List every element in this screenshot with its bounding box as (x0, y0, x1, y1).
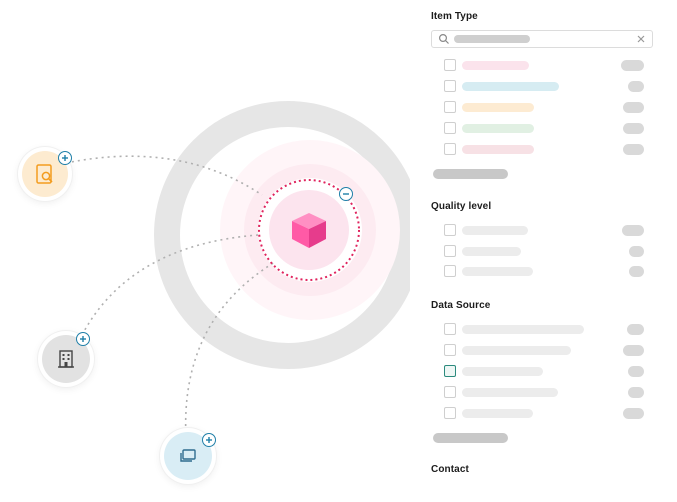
filter-panel: Item Type Quality level Data Source Cont… (410, 0, 677, 502)
option-label-bar (462, 61, 529, 70)
option-label-bar (462, 367, 543, 376)
filter-option-row[interactable] (410, 80, 677, 94)
option-label-bar (462, 82, 559, 91)
option-count-bar (623, 102, 644, 113)
option-count-bar (622, 225, 644, 236)
expand-node-button[interactable] (76, 332, 90, 346)
checkbox[interactable] (444, 323, 456, 335)
graph-canvas[interactable] (0, 0, 410, 502)
show-more-button[interactable] (433, 169, 508, 179)
show-more-button[interactable] (433, 433, 508, 443)
option-label-bar (462, 325, 584, 334)
option-label-bar (462, 103, 534, 112)
option-count-bar (621, 60, 644, 71)
option-count-bar (628, 387, 644, 398)
building-icon (58, 350, 74, 368)
option-count-bar (623, 144, 644, 155)
section-title-data-source: Data Source (431, 300, 491, 311)
filter-option-row[interactable] (410, 143, 677, 157)
checkbox[interactable] (444, 386, 456, 398)
filter-option-row[interactable] (410, 323, 677, 337)
option-count-bar (627, 324, 644, 335)
center-node[interactable] (289, 210, 329, 250)
checkbox[interactable] (444, 143, 456, 155)
expand-node-button[interactable] (202, 433, 216, 447)
filter-option-row[interactable] (410, 101, 677, 115)
option-label-bar (462, 388, 558, 397)
cube-icon (292, 213, 326, 248)
filter-option-row[interactable] (410, 386, 677, 400)
filter-option-row[interactable] (410, 407, 677, 421)
filter-option-row[interactable] (410, 344, 677, 358)
clear-icon[interactable] (636, 34, 646, 44)
option-count-bar (623, 408, 644, 419)
option-label-bar (462, 267, 533, 276)
checkbox[interactable] (444, 122, 456, 134)
plus-icon (206, 437, 212, 443)
filter-option-row[interactable] (410, 265, 677, 279)
filter-option-row[interactable] (410, 224, 677, 238)
option-label-bar (462, 247, 521, 256)
checkbox[interactable] (444, 59, 456, 71)
option-count-bar (628, 366, 644, 377)
search-input[interactable] (431, 30, 653, 48)
search-placeholder-bar (454, 35, 530, 43)
minus-icon (343, 193, 349, 195)
option-count-bar (623, 123, 644, 134)
option-count-bar (629, 246, 644, 257)
checkbox[interactable] (444, 407, 456, 419)
section-title-contact: Contact (431, 464, 469, 475)
filter-option-row[interactable] (410, 245, 677, 259)
option-count-bar (628, 81, 644, 92)
checkbox[interactable] (444, 265, 456, 277)
checkbox[interactable] (444, 101, 456, 113)
plus-icon (62, 155, 68, 161)
checkbox[interactable] (444, 365, 456, 377)
checkbox[interactable] (444, 80, 456, 92)
filter-option-row[interactable] (410, 59, 677, 73)
checkbox[interactable] (444, 344, 456, 356)
option-count-bar (623, 345, 644, 356)
graph-background (65, 101, 410, 439)
section-title-item-type: Item Type (431, 11, 478, 22)
collapse-node-button[interactable] (339, 187, 353, 201)
document-search-icon (36, 164, 53, 184)
screens-icon (180, 449, 196, 462)
option-count-bar (629, 266, 644, 277)
option-label-bar (462, 409, 533, 418)
option-label-bar (462, 226, 528, 235)
option-label-bar (462, 346, 571, 355)
checkbox[interactable] (444, 245, 456, 257)
expand-node-button[interactable] (58, 151, 72, 165)
option-label-bar (462, 124, 534, 133)
filter-option-row[interactable] (410, 365, 677, 379)
filter-option-row[interactable] (410, 122, 677, 136)
plus-icon (80, 336, 86, 342)
option-label-bar (462, 145, 534, 154)
section-title-quality-level: Quality level (431, 201, 492, 212)
checkbox[interactable] (444, 224, 456, 236)
search-icon (438, 33, 449, 44)
